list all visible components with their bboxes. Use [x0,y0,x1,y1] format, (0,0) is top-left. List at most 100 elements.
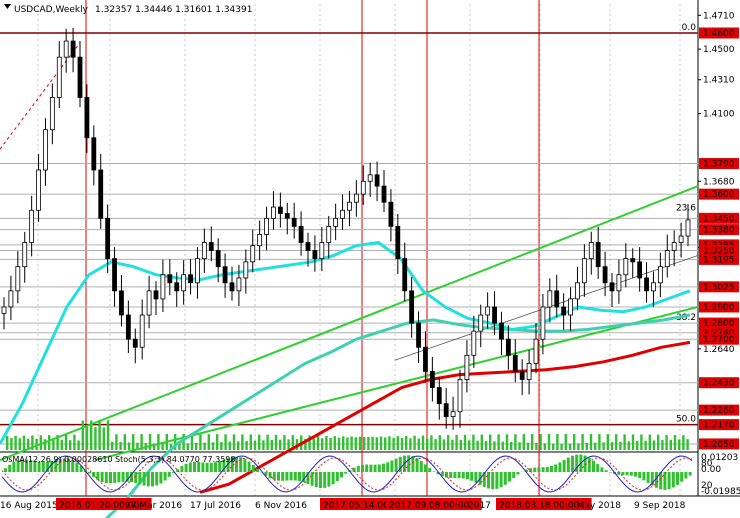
candle-body [160,274,166,300]
volume-bar [10,438,13,450]
candle-body [84,97,90,139]
candle-body [312,250,318,260]
volume-bar [22,435,26,450]
price-level-tag-label: 1.2170 [703,421,735,431]
osma-bar [151,472,154,487]
osma-bar [537,467,541,472]
volume-bar [627,441,630,450]
osma-bar [571,455,574,472]
volume-bar [224,434,227,450]
candle-body [443,403,449,417]
osma-bar [688,472,692,476]
candle-body [43,129,48,171]
candle-body [561,306,567,316]
time-axis-label: 17 Jul 2016 [190,501,241,511]
candle-body [409,290,415,324]
candle-body [333,217,339,227]
osma-bar [516,472,520,475]
candle-body [519,371,525,380]
osma-bar [163,472,167,481]
price-tick-label: 1.3680 [703,177,735,187]
osma-bar [554,464,558,472]
candle-body [429,371,435,388]
osma-bar [428,468,432,472]
volume-bar [665,434,668,450]
volume-bar [430,435,433,450]
volume-bar [249,434,252,450]
price-level-tag-label: 1.2700 [703,335,735,345]
volume-bar [434,439,437,450]
volume-bar [636,441,639,450]
osma-bar [646,472,650,483]
volume-bar [577,443,580,450]
volume-bar [85,426,89,450]
price-level-tag: 1.3790 [699,158,739,170]
candle-body [105,217,111,260]
osma-bar [331,472,335,485]
price-level-tag: 1.3195 [699,253,739,265]
volume-bar [484,440,488,450]
time-axis-label: 9 Sep 2018 [634,501,686,511]
candle-body [119,290,124,316]
volume-bar [384,437,387,450]
price-chart[interactable]: 0.023.638.250.0 0.012030.00-0.019858020 … [0,0,740,518]
candle-body [132,338,138,348]
price-tick-label: 1.2640 [703,345,735,355]
candle-body [637,261,643,279]
volume-bar [442,439,446,450]
candle-body [395,225,401,260]
osma-bar [356,465,360,472]
volume-bar [438,435,441,450]
candle-body [402,258,408,292]
osma-bar [159,472,163,484]
osma-bar [247,461,251,472]
volume-bar [77,440,80,450]
volume-bar [211,442,215,450]
volume-bar [640,434,643,450]
candle-body [478,314,484,332]
volume-bar [266,434,269,450]
candle-body [457,379,463,413]
volume-bar [610,442,614,450]
osma-bar [377,464,381,472]
osma-bar [121,472,125,482]
volume-bar [501,441,504,450]
volume-bar [413,435,416,450]
price-level-tag-label: 1.3450 [703,214,735,224]
volume-bar [447,435,450,450]
osma-bar [390,460,394,472]
volume-bar [657,434,660,450]
volume-bar [581,434,584,450]
volume-bar [673,434,677,450]
volume-bar [669,439,672,450]
volume-bar [161,443,164,450]
volume-bar [421,435,425,450]
osma-bar [180,466,184,472]
candle-body [15,266,21,292]
price-level-tag-label: 1.2430 [703,379,735,389]
volume-bar [232,434,236,450]
price-level-tag-label: 1.2260 [703,406,735,416]
candle-body [326,225,332,243]
osma-bar [638,472,642,479]
osma-bar [562,460,566,472]
candle-body [450,411,456,417]
price-level-tag: 1.4600 [699,27,739,39]
price-tick-label: 1.4310 [703,76,735,86]
price-level-tag: 1.2170 [699,419,739,431]
osma-bar [117,472,121,483]
time-axis-label: 16 Aug 2015 [0,501,58,511]
osma-bar [545,466,549,472]
volume-bar [148,434,152,450]
osma-bar [512,472,516,478]
candle-body [250,245,256,263]
candle-body [505,338,511,356]
osma-bar [558,462,562,472]
time-axis: 16 Aug 2015 2016.01.20 00:0027 Mar 2016 17… [0,498,686,511]
volume-bar [81,420,84,450]
candle-body [188,274,193,284]
candle-body [492,306,497,324]
candle-body [201,242,207,260]
osma-bar [88,472,91,474]
volume-bar [472,434,475,450]
